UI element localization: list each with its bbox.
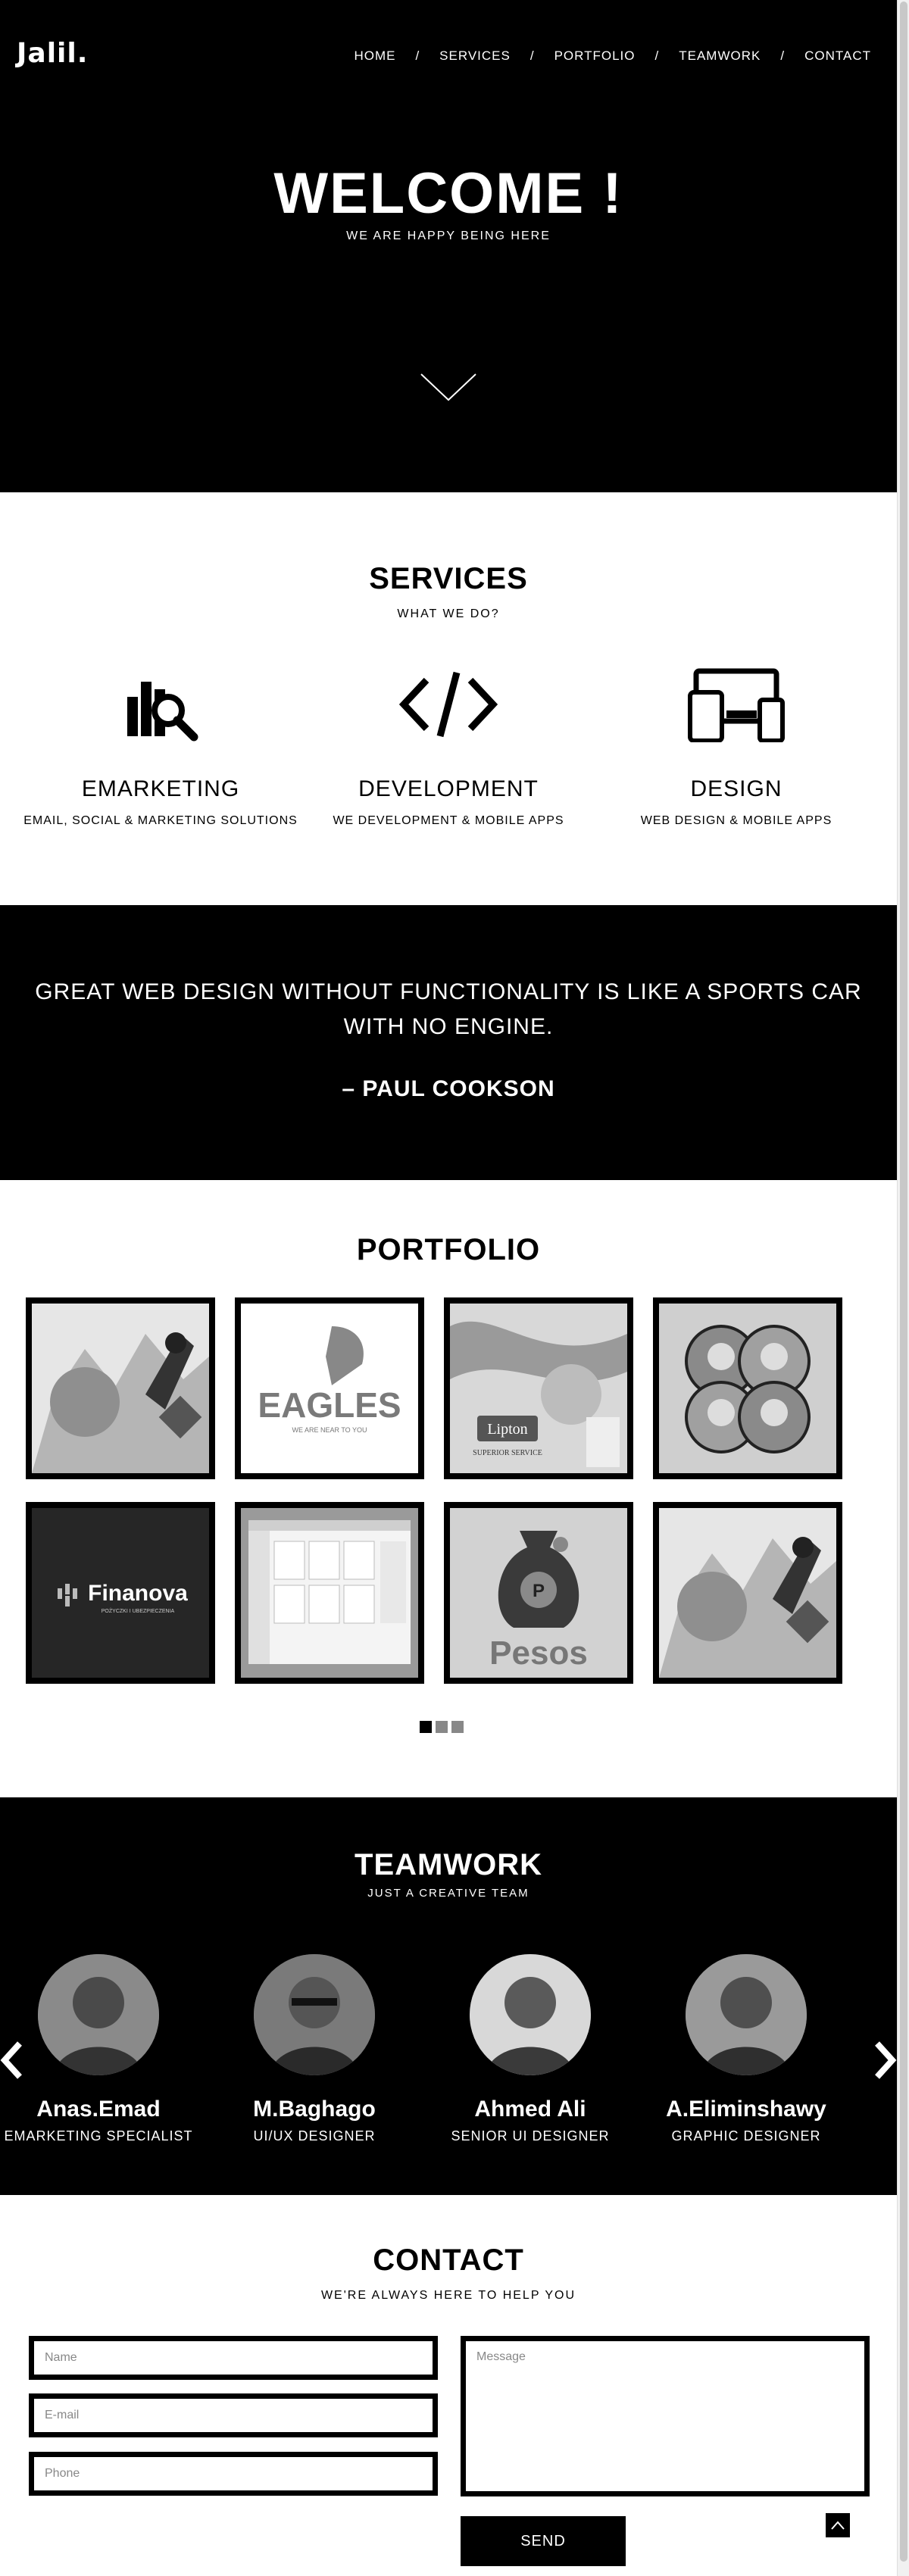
chevron-down-icon[interactable] [420, 373, 477, 407]
member-role: UI/UX DESIGNER [253, 2128, 376, 2144]
services-subtitle: WHAT WE DO? [397, 607, 500, 620]
avatar [686, 1954, 807, 2075]
lipton-logo: Lipton [487, 1421, 527, 1438]
nav-teamwork[interactable]: TEAMWORK [679, 48, 761, 64]
member-name: A.Eliminshawy [666, 2097, 826, 2122]
pagination-dot-3[interactable] [451, 1721, 464, 1733]
nav-home[interactable]: HOME [354, 48, 395, 64]
quote-author: – PAUL COOKSON [342, 1076, 555, 1101]
service-desc: WEB DESIGN & MOBILE APPS [640, 814, 832, 827]
page-scrollbar[interactable] [897, 0, 909, 2576]
nav-separator: / [654, 48, 660, 63]
team-title: TEAMWORK [355, 1848, 542, 1881]
hero-subtitle: WE ARE HAPPY BEING HERE [346, 229, 551, 242]
services-section: SERVICES WHAT WE DO? EMARKETING EMAIL, S… [0, 492, 897, 905]
pesos-logo: Pesos [489, 1635, 588, 1672]
send-button[interactable]: SEND [461, 2516, 626, 2566]
name-field[interactable] [29, 2336, 438, 2380]
service-title: EMARKETING [81, 776, 240, 801]
site-logo[interactable]: Jalil. [17, 38, 88, 69]
member-name: M.Baghago [253, 2097, 376, 2122]
contact-title: CONTACT [373, 2243, 524, 2277]
portfolio-section: PORTFOLIO EAGLES WE ARE NEAR TO YOU Lipt… [0, 1180, 897, 1797]
service-title: DEVELOPMENT [358, 776, 539, 801]
member-role: EMARKETING SPECIALIST [4, 2128, 193, 2144]
back-to-top-button[interactable] [826, 2513, 850, 2537]
portfolio-item[interactable] [653, 1502, 842, 1684]
portfolio-item[interactable] [26, 1297, 215, 1479]
member-name: Anas.Emad [36, 2097, 161, 2122]
contact-subtitle: WE'RE ALWAYS HERE TO HELP YOU [320, 2289, 576, 2302]
portfolio-item[interactable] [235, 1502, 424, 1684]
team-section: TEAMWORK JUST A CREATIVE TEAM Anas.Emad … [0, 1797, 897, 2195]
hero-section: Jalil. HOME / SERVICES / PORTFOLIO / TEA… [0, 0, 897, 492]
hero-title: WELCOME ! [273, 161, 623, 226]
pagination-dot-2[interactable] [436, 1721, 448, 1733]
email-field[interactable] [29, 2393, 438, 2437]
service-emarketing: EMARKETING EMAIL, SOCIAL & MARKETING SOL… [9, 663, 312, 828]
nav-separator: / [529, 48, 535, 63]
member-name: Ahmed Ali [474, 2097, 586, 2122]
team-member: Anas.Emad EMARKETING SPECIALIST [0, 1954, 197, 2144]
chevron-right-icon[interactable] [874, 2037, 897, 2083]
chevron-up-icon [831, 2521, 845, 2530]
quote-section: GREAT WEB DESIGN WITHOUT FUNCTIONALITY I… [0, 905, 897, 1180]
devices-icon [585, 663, 888, 746]
team-subtitle: JUST A CREATIVE TEAM [367, 1887, 529, 1900]
service-design: DESIGN WEB DESIGN & MOBILE APPS [585, 663, 888, 828]
team-member: A.Eliminshawy GRAPHIC DESIGNER [648, 1954, 845, 2144]
lipton-tagline: SUPERIOR SERVICE [473, 1449, 542, 1457]
portfolio-item[interactable]: P Pesos [444, 1502, 633, 1684]
nav-contact[interactable]: CONTACT [804, 48, 871, 64]
main-nav: HOME / SERVICES / PORTFOLIO / TEAMWORK /… [354, 48, 871, 64]
member-role: GRAPHIC DESIGNER [671, 2128, 821, 2144]
member-role: SENIOR UI DESIGNER [451, 2128, 610, 2144]
eagles-logo: EAGLES [258, 1385, 401, 1425]
team-member: Ahmed Ali SENIOR UI DESIGNER [432, 1954, 629, 2144]
nav-services[interactable]: SERVICES [439, 48, 511, 64]
chevron-left-icon[interactable] [0, 2037, 23, 2083]
portfolio-title: PORTFOLIO [356, 1233, 541, 1266]
nav-portfolio[interactable]: PORTFOLIO [554, 48, 636, 64]
scrollbar-thumb[interactable] [900, 2, 907, 2562]
finanova-logo: Finanova [88, 1581, 188, 1606]
service-development: DEVELOPMENT WE DEVELOPMENT & MOBILE APPS [297, 663, 600, 828]
portfolio-item[interactable]: EAGLES WE ARE NEAR TO YOU [235, 1297, 424, 1479]
team-member: M.Baghago UI/UX DESIGNER [216, 1954, 413, 2144]
nav-separator: / [780, 48, 786, 63]
portfolio-item[interactable] [653, 1297, 842, 1479]
eagles-tagline: WE ARE NEAR TO YOU [292, 1426, 367, 1434]
nav-separator: / [415, 48, 420, 63]
avatar [254, 1954, 375, 2075]
portfolio-item[interactable]: Lipton SUPERIOR SERVICE [444, 1297, 633, 1479]
service-desc: EMAIL, SOCIAL & MARKETING SOLUTIONS [23, 814, 298, 827]
code-icon [297, 663, 600, 746]
avatar [38, 1954, 159, 2075]
pagination-dot-1[interactable] [420, 1721, 432, 1733]
chart-search-icon [9, 663, 312, 746]
quote-text: GREAT WEB DESIGN WITHOUT FUNCTIONALITY I… [35, 979, 862, 1039]
portfolio-item[interactable]: Finanova POŻYCZKI I UBEZPIECZENIA [26, 1502, 215, 1684]
phone-field[interactable] [29, 2452, 438, 2496]
finanova-tagline: POŻYCZKI I UBEZPIECZENIA [102, 1607, 175, 1614]
services-title: SERVICES [369, 562, 528, 595]
portfolio-pagination [420, 1721, 464, 1733]
pesos-coin-letter: P [533, 1581, 545, 1601]
message-field[interactable] [461, 2336, 870, 2496]
service-title: DESIGN [690, 776, 782, 801]
avatar [470, 1954, 591, 2075]
service-desc: WE DEVELOPMENT & MOBILE APPS [333, 814, 564, 827]
